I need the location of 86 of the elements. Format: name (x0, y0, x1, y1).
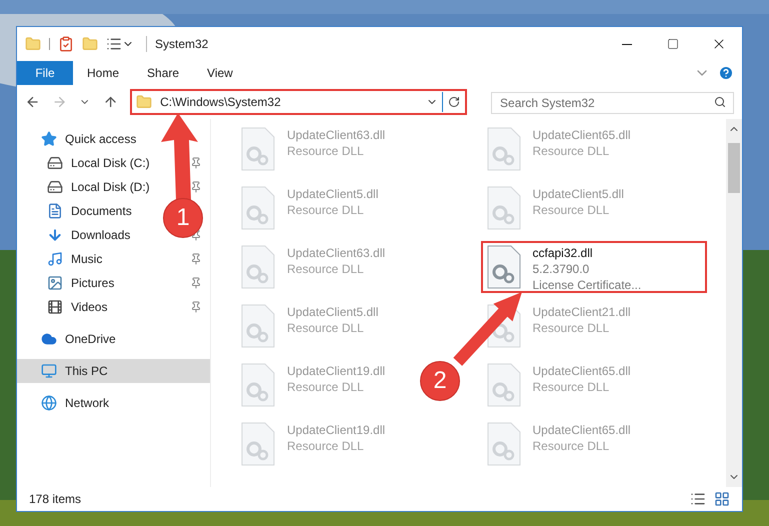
window-title: System32 (155, 36, 208, 53)
pin-icon[interactable] (190, 181, 202, 193)
address-field[interactable]: C:\Windows\System32 (130, 89, 468, 115)
file-tab[interactable]: File (17, 61, 73, 85)
file-name: UpdateClient5.dll (287, 304, 378, 320)
up-icon[interactable] (102, 94, 118, 110)
monitor-icon (41, 363, 57, 379)
sidebar-item[interactable]: Network (17, 391, 210, 415)
file-detail: Resource DLL (532, 143, 610, 159)
file-name: UpdateClient19.dll (287, 422, 386, 438)
scrollbar[interactable] (726, 119, 742, 487)
checklist-icon[interactable] (58, 36, 74, 52)
file-name: UpdateClient5.dll (287, 186, 378, 202)
sidebar-item[interactable]: Local Disk (D:) (43, 175, 154, 199)
star-icon (41, 131, 57, 147)
file-detail: License Certificate... (532, 277, 642, 293)
file-detail: Resource DLL (532, 202, 610, 218)
sidebar-item[interactable]: Downloads (43, 223, 134, 247)
item-count: 178 items (29, 491, 82, 508)
sidebar-item[interactable]: Music (43, 247, 106, 271)
drive-icon (47, 179, 63, 195)
file-gear-icon (486, 186, 520, 230)
ribbon-tab[interactable]: Share (133, 61, 194, 85)
pin-icon[interactable] (190, 277, 202, 289)
file-gear-icon (486, 363, 520, 407)
file-gear-icon (241, 304, 275, 348)
sidebar-item[interactable]: Local Disk (C:) (43, 151, 154, 175)
file-detail: 5.2.3790.0 (532, 261, 590, 277)
document-icon (47, 203, 63, 219)
file-name: UpdateClient63.dll (287, 127, 386, 143)
file-gear-icon (241, 186, 275, 230)
file-detail: Resource DLL (532, 320, 610, 336)
address-path: C:\Windows\System32 (160, 94, 282, 111)
film-icon (47, 299, 63, 315)
search-icon (714, 96, 726, 108)
cloud-icon (41, 331, 57, 347)
file-name: UpdateClient19.dll (287, 363, 386, 379)
file-gear-icon (486, 127, 520, 171)
picture-icon (47, 275, 63, 291)
back-icon[interactable] (25, 94, 40, 110)
file-detail: Resource DLL (532, 379, 610, 395)
file-name: UpdateClient63.dll (287, 245, 386, 261)
music-icon (47, 251, 63, 267)
pin-icon[interactable] (190, 301, 202, 313)
file-name: ccfapi32.dll (532, 245, 594, 261)
maximize-icon (667, 38, 679, 50)
file-name: UpdateClient21.dll (532, 304, 631, 320)
file-gear-icon (486, 422, 520, 466)
search-field[interactable]: Search System32 (491, 92, 734, 114)
file-detail: Resource DLL (287, 320, 365, 336)
file-name: UpdateClient65.dll (532, 422, 631, 438)
large-icons-view-icon[interactable] (714, 491, 730, 507)
pin-icon[interactable] (190, 157, 202, 169)
download-icon (47, 227, 63, 243)
file-item[interactable]: ccfapi32.dll 5.2.3790.0 License Certificate... (480, 241, 706, 293)
sidebar-item[interactable]: This PC (17, 359, 210, 383)
folder-icon (136, 94, 152, 110)
file-gear-icon (241, 245, 275, 289)
globe-icon (41, 395, 57, 411)
file-name: UpdateClient65.dll (532, 127, 631, 143)
scroll-thumb[interactable] (728, 143, 740, 193)
file-name: UpdateClient5.dll (532, 186, 624, 202)
file-detail: Resource DLL (287, 202, 365, 218)
file-detail: Resource DLL (287, 143, 365, 159)
details-view-icon[interactable] (690, 491, 706, 507)
sidebar-item[interactable]: Quick access (17, 127, 210, 151)
ribbon-tab[interactable]: Home (73, 61, 134, 85)
file-detail: Resource DLL (532, 438, 610, 454)
properties-icon[interactable] (106, 36, 122, 52)
file-gear-icon (241, 127, 275, 171)
file-detail: Resource DLL (287, 379, 365, 395)
file-detail: Resource DLL (287, 438, 365, 454)
refresh-icon[interactable] (448, 96, 460, 108)
file-gear-icon (241, 363, 275, 407)
ribbon-tab[interactable]: View (193, 61, 247, 85)
pin-icon[interactable] (190, 253, 202, 265)
sidebar-item[interactable]: Videos (43, 295, 112, 319)
file-detail: Resource DLL (287, 261, 365, 277)
file-name: UpdateClient65.dll (532, 363, 631, 379)
sidebar-item[interactable]: OneDrive (17, 327, 210, 351)
sidebar-item[interactable]: Pictures (43, 271, 118, 295)
file-gear-icon (241, 422, 275, 466)
help-icon[interactable] (718, 65, 734, 81)
sidebar-item[interactable]: Documents (43, 199, 136, 223)
file-gear-icon (486, 245, 520, 289)
drive-icon (47, 155, 63, 171)
